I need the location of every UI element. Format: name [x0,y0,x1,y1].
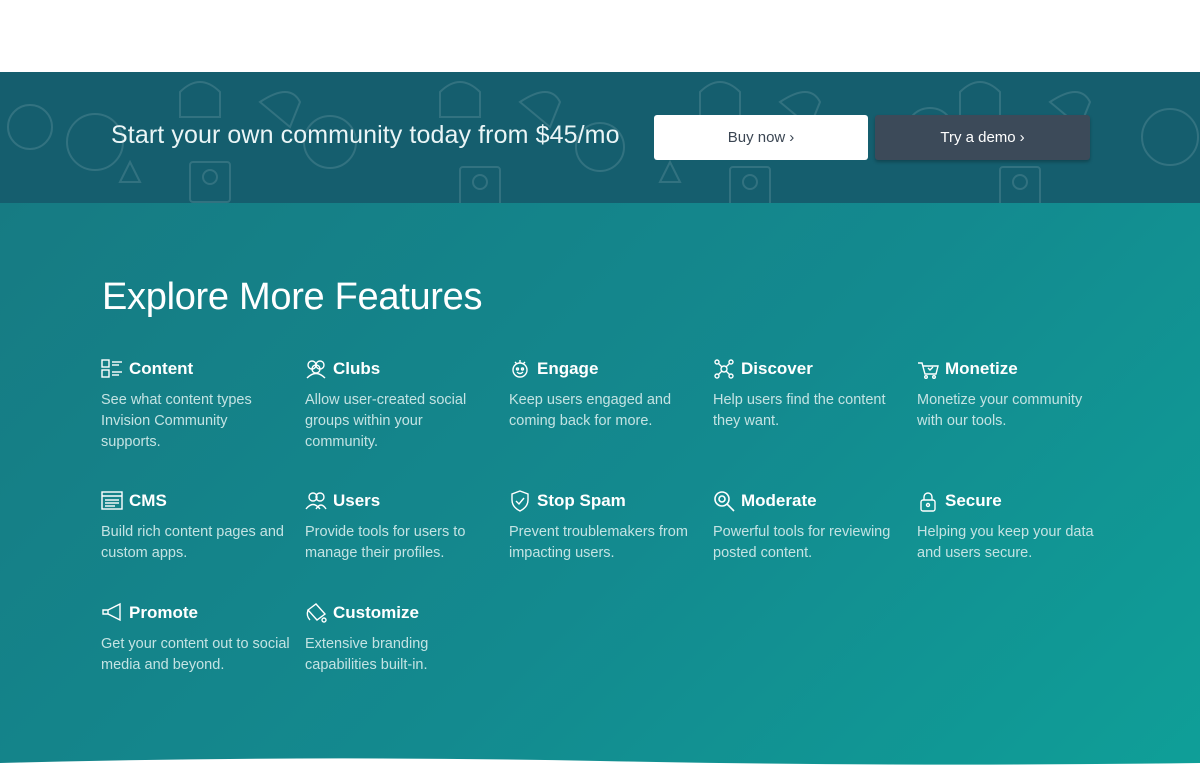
feature-engage[interactable]: Engage Keep users engaged and coming bac… [509,356,699,432]
chevron-right-icon: › [1019,129,1025,146]
feature-title: Clubs [333,359,381,378]
feature-title: Stop Spam [537,491,626,510]
feature-description: Get your content out to social media and… [101,636,290,673]
try-demo-label: Try a demo [940,129,1016,146]
section-title: Explore More Features [102,276,483,318]
buy-now-button[interactable]: Buy now › [654,115,868,160]
feature-title: CMS [129,491,167,510]
paint-bucket-icon [306,603,327,623]
users-icon [305,492,327,510]
bottom-wave [0,758,1200,771]
buy-now-label: Buy now [727,129,786,146]
feature-title: Moderate [741,491,817,510]
feature-title: Content [129,359,194,378]
shield-icon [511,490,529,512]
megaphone-icon [102,602,121,622]
feature-description: Provide tools for users to manage their … [305,524,466,561]
feature-title: Engage [537,359,599,378]
feature-customize[interactable]: Customize Extensive branding capabilitie… [305,600,495,676]
feature-secure[interactable]: Secure Helping you keep your data and us… [917,488,1107,564]
feature-title: Secure [945,491,1002,510]
cta-headline: Start your own community today from $45/… [111,121,620,149]
cta-band: Start your own community today from $45/… [0,72,1200,203]
feature-description: See what content types Invision Communit… [101,392,252,450]
feature-title: Promote [129,603,198,622]
lock-icon [920,492,936,512]
feature-clubs[interactable]: Clubs Allow user-created social groups w… [305,356,495,453]
cms-icon [101,491,123,510]
feature-description: Extensive branding capabilities built-in… [305,636,429,673]
top-white-area [0,0,1200,72]
feature-description: Keep users engaged and coming back for m… [509,392,672,429]
feature-title: Monetize [945,359,1018,378]
feature-description: Powerful tools for reviewing posted cont… [713,524,891,561]
try-demo-button[interactable]: Try a demo › [875,115,1090,160]
feature-description: Allow user-created social groups within … [305,392,467,450]
feature-description: Helping you keep your data and users sec… [917,524,1094,561]
engage-icon [512,360,528,378]
feature-description: Build rich content pages and custom apps… [101,524,284,561]
feature-discover[interactable]: Discover Help users find the content the… [713,356,903,432]
feature-title: Discover [741,359,813,378]
feature-title: Users [333,491,381,510]
feature-title: Customize [333,603,419,622]
discover-icon [714,359,734,379]
feature-description: Prevent troublemakers from impacting use… [509,524,688,561]
feature-promote[interactable]: Promote Get your content out to social m… [101,600,291,676]
feature-stop-spam[interactable]: Stop Spam Prevent troublemakers from imp… [509,488,699,564]
feature-cms[interactable]: CMS Build rich content pages and custom … [101,488,291,564]
monetize-icon [918,362,939,380]
features-section: Explore More Features Content See what c… [0,203,1200,771]
feature-users[interactable]: Users Provide tools for users to manage … [305,488,495,564]
feature-description: Help users find the content they want. [713,392,886,429]
magnifier-icon [714,491,735,512]
content-icon [101,359,122,378]
feature-content[interactable]: Content See what content types Invision … [101,356,291,453]
feature-description: Monetize your community with our tools. [917,392,1083,429]
feature-monetize[interactable]: Monetize Monetize your community with ou… [917,356,1107,432]
feature-moderate[interactable]: Moderate Powerful tools for reviewing po… [713,488,903,564]
chevron-right-icon: › [789,129,795,146]
clubs-icon [306,360,326,379]
